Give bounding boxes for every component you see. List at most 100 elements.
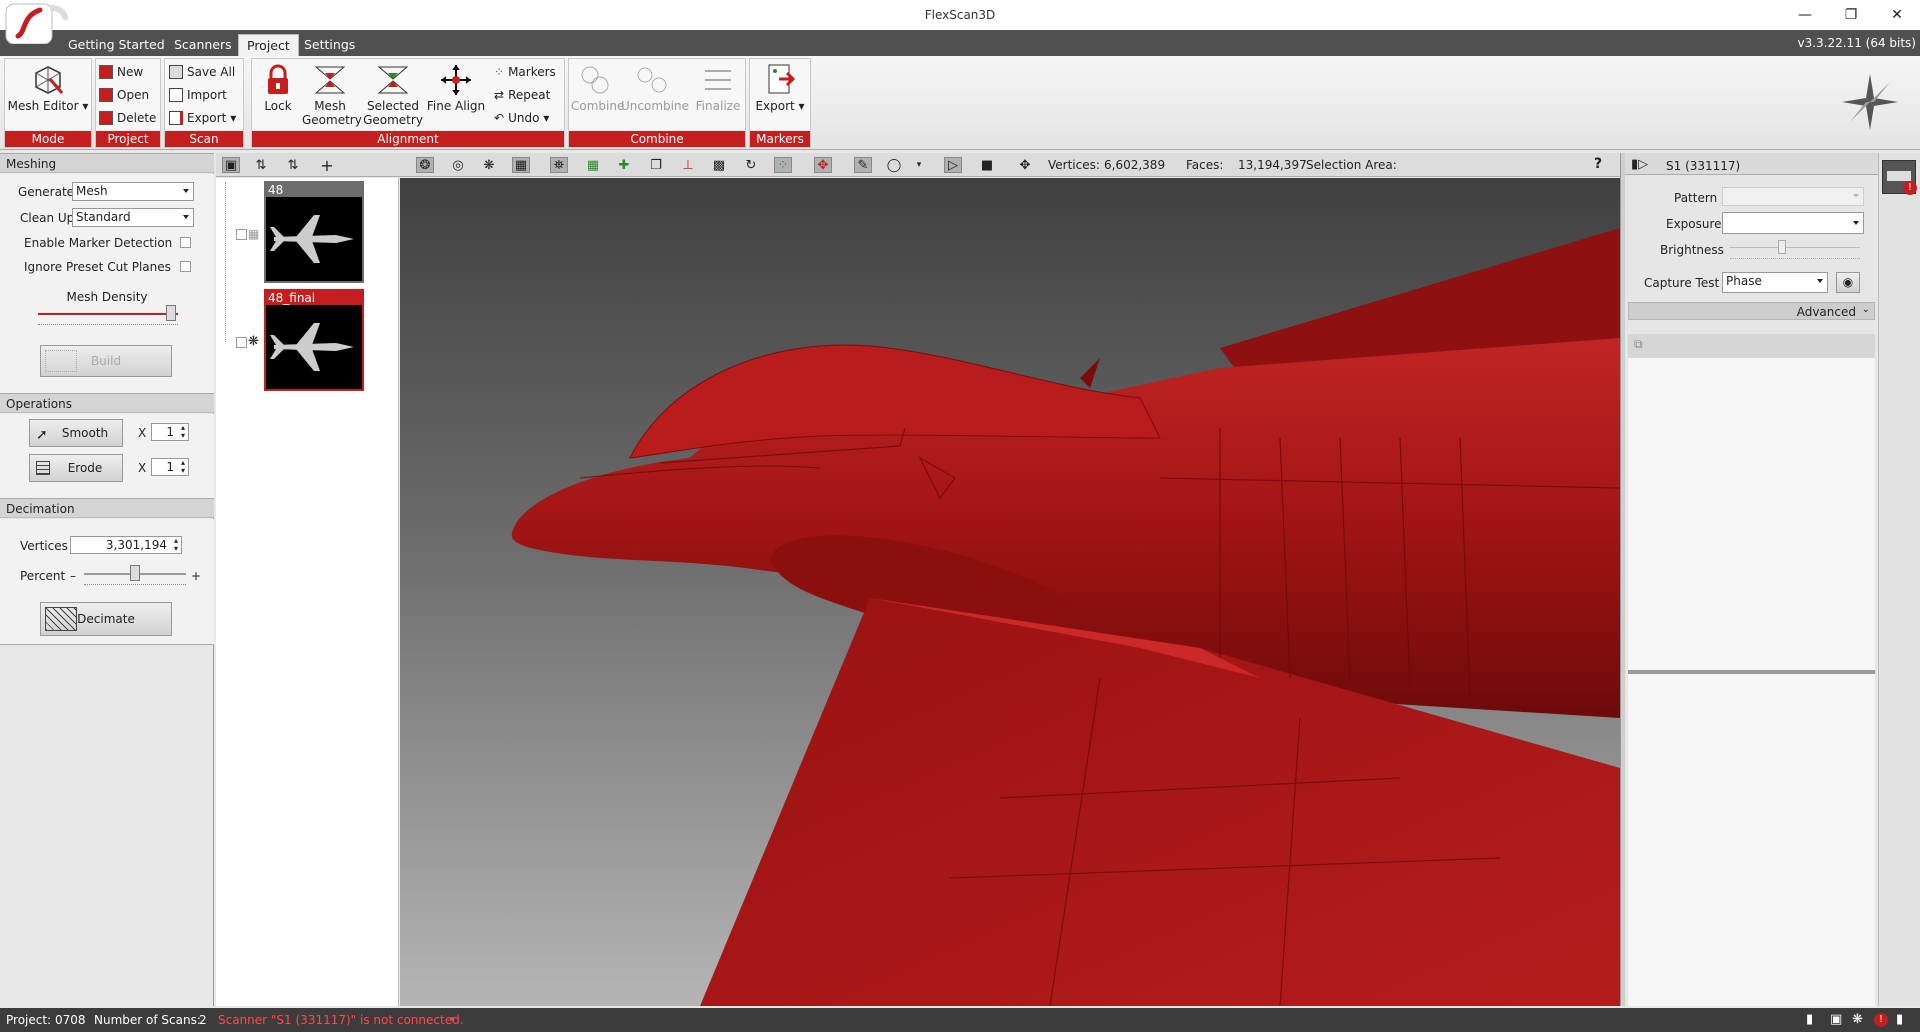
- capture-camera-button[interactable]: ◉: [1836, 272, 1860, 293]
- globe-icon[interactable]: ◎: [449, 157, 467, 173]
- generate-select[interactable]: Mesh: [72, 182, 194, 201]
- open-button[interactable]: Open: [99, 85, 149, 105]
- minimize-button[interactable]: —: [1782, 0, 1828, 30]
- decimate-button[interactable]: Decimate: [40, 602, 172, 636]
- delete-button[interactable]: Delete: [99, 108, 156, 128]
- add-icon[interactable]: +: [318, 156, 336, 175]
- fine-align-button[interactable]: Fine Align: [426, 63, 486, 113]
- undo-icon: ↶: [494, 111, 505, 125]
- help-button[interactable]: ?: [1594, 156, 1602, 172]
- thumbnail-view-icon[interactable]: ▣: [222, 157, 240, 173]
- scanner-status-icon[interactable]: ▮: [1806, 1008, 1813, 1032]
- pattern-select[interactable]: [1722, 187, 1864, 206]
- decimation-header: Decimation: [0, 498, 214, 518]
- scan-checkbox[interactable]: [236, 229, 247, 240]
- chevron-down-icon[interactable]: ▾: [910, 157, 928, 173]
- scan-thumbnail[interactable]: 48: [264, 181, 364, 283]
- rotate-icon[interactable]: ↻: [742, 157, 760, 173]
- capture-test-select[interactable]: Phase: [1722, 272, 1828, 293]
- import-icon: [169, 88, 183, 102]
- app-logo[interactable]: [4, 2, 69, 45]
- 3d-viewport[interactable]: [400, 178, 1620, 1006]
- scanner-indicator-icon[interactable]: ▮: [1896, 1008, 1903, 1032]
- chevron-down-icon: ⌄: [1861, 304, 1870, 315]
- circle-select-icon[interactable]: ◯: [885, 157, 903, 173]
- tab-scanners[interactable]: Scanners: [166, 34, 240, 56]
- smooth-count-value: 1: [166, 425, 174, 439]
- combine-button[interactable]: Combine: [571, 63, 624, 113]
- lasso-select-icon[interactable]: ✎: [854, 157, 872, 173]
- move-part-icon[interactable]: ✚: [615, 157, 633, 173]
- markers-view-icon[interactable]: ⁘: [774, 157, 792, 173]
- tab-getting-started[interactable]: Getting Started: [60, 34, 173, 56]
- tab-project[interactable]: Project: [238, 34, 299, 56]
- erode-label: Erode: [67, 461, 103, 475]
- import-label: Import: [187, 88, 227, 102]
- ignore-cut-planes-checkbox[interactable]: [180, 261, 191, 272]
- sphere-icon[interactable]: ❋: [1852, 1008, 1863, 1032]
- wireframe-sphere-icon[interactable]: ❋: [480, 157, 498, 173]
- erode-count-stepper[interactable]: 1 ▴ ▾: [151, 458, 189, 476]
- sort-ascending-icon[interactable]: ⇅: [252, 157, 270, 173]
- percent-minus[interactable]: –: [70, 569, 76, 583]
- status-message[interactable]: Scanner "S1 (331117)" is not connected.: [218, 1008, 464, 1032]
- mesh-grid-icon[interactable]: ▦: [512, 157, 530, 173]
- fine-align-view-icon[interactable]: ✥: [814, 157, 832, 173]
- percent-slider[interactable]: [130, 565, 140, 581]
- mesh-editor-button[interactable]: Mesh Editor ▾: [7, 63, 89, 113]
- chevron-down-icon[interactable]: ▾: [450, 1008, 455, 1032]
- markers-export-button[interactable]: Export ▾: [752, 63, 808, 113]
- repeat-label: Repeat: [508, 88, 551, 102]
- combine-label: Combine: [571, 99, 625, 113]
- checker-icon[interactable]: ▩: [710, 157, 728, 173]
- lightbulb-icon[interactable]: ⛯: [550, 157, 568, 173]
- selected-geometry-button[interactable]: Selected Geometry: [362, 63, 424, 127]
- marker-detection-checkbox[interactable]: [180, 237, 191, 248]
- smooth-button[interactable]: ➚ Smooth: [29, 419, 123, 447]
- color-grid-icon[interactable]: ▦: [584, 157, 602, 173]
- tab-settings[interactable]: Settings: [296, 34, 363, 56]
- close-button[interactable]: ✕: [1874, 0, 1920, 30]
- new-button[interactable]: New: [99, 62, 143, 82]
- exposure-select[interactable]: [1722, 212, 1864, 234]
- export-button[interactable]: Export ▾: [169, 108, 236, 128]
- pan-icon[interactable]: ✥: [1016, 157, 1034, 173]
- save-all-button[interactable]: Save All: [169, 62, 235, 82]
- scanner-device-icon[interactable]: !: [1882, 160, 1917, 195]
- scan-thumbnail-selected[interactable]: 48_final: [264, 289, 364, 391]
- brightness-slider[interactable]: [1778, 240, 1786, 254]
- mesh-density-slider[interactable]: [166, 305, 176, 321]
- import-button[interactable]: Import: [169, 85, 227, 105]
- undo-button[interactable]: ↶ Undo ▾: [494, 108, 549, 128]
- percent-plus[interactable]: +: [191, 569, 201, 583]
- cleanup-select[interactable]: Standard: [72, 208, 194, 227]
- mesh-geometry-button[interactable]: Mesh Geometry: [302, 63, 362, 127]
- scan-visibility-icon[interactable]: ▦: [248, 227, 259, 241]
- lock-button[interactable]: Lock: [256, 63, 300, 113]
- monitor-icon[interactable]: ▣: [1830, 1008, 1842, 1032]
- smooth-count-stepper[interactable]: 1 ▴ ▾: [151, 423, 189, 441]
- play-icon[interactable]: ▷: [944, 157, 962, 173]
- error-icon[interactable]: !: [1874, 1013, 1888, 1027]
- stop-icon[interactable]: ■: [978, 157, 996, 173]
- scanner-view-icon[interactable]: ❂: [416, 157, 434, 173]
- erode-button[interactable]: Erode: [29, 454, 123, 482]
- scanner-preview-top: [1628, 358, 1875, 670]
- axes-icon[interactable]: ⊥: [679, 157, 697, 173]
- restore-button[interactable]: ❐: [1828, 0, 1874, 30]
- selected-geometry-icon: [373, 63, 413, 97]
- scan-name: 48: [266, 183, 362, 197]
- markers-button[interactable]: ⁘ Markers: [494, 62, 556, 82]
- uncombine-button[interactable]: Uncombine: [621, 63, 689, 113]
- cube-icon[interactable]: ❐: [647, 157, 665, 173]
- sort-descending-icon[interactable]: ⇅: [284, 157, 302, 173]
- vertices-stepper[interactable]: 3,301,194 ▴ ▾: [70, 536, 182, 554]
- export-label: Export: [187, 111, 227, 125]
- copy-icon[interactable]: ⧉: [1634, 337, 1643, 352]
- advanced-toggle[interactable]: Advanced ⌄: [1628, 302, 1875, 320]
- finalize-button[interactable]: Finalize: [693, 63, 743, 113]
- repeat-button[interactable]: ⇄ Repeat: [494, 85, 550, 105]
- scan-visibility-icon[interactable]: ❋: [248, 334, 259, 349]
- build-button[interactable]: Build: [40, 345, 172, 377]
- scan-checkbox[interactable]: [236, 337, 247, 348]
